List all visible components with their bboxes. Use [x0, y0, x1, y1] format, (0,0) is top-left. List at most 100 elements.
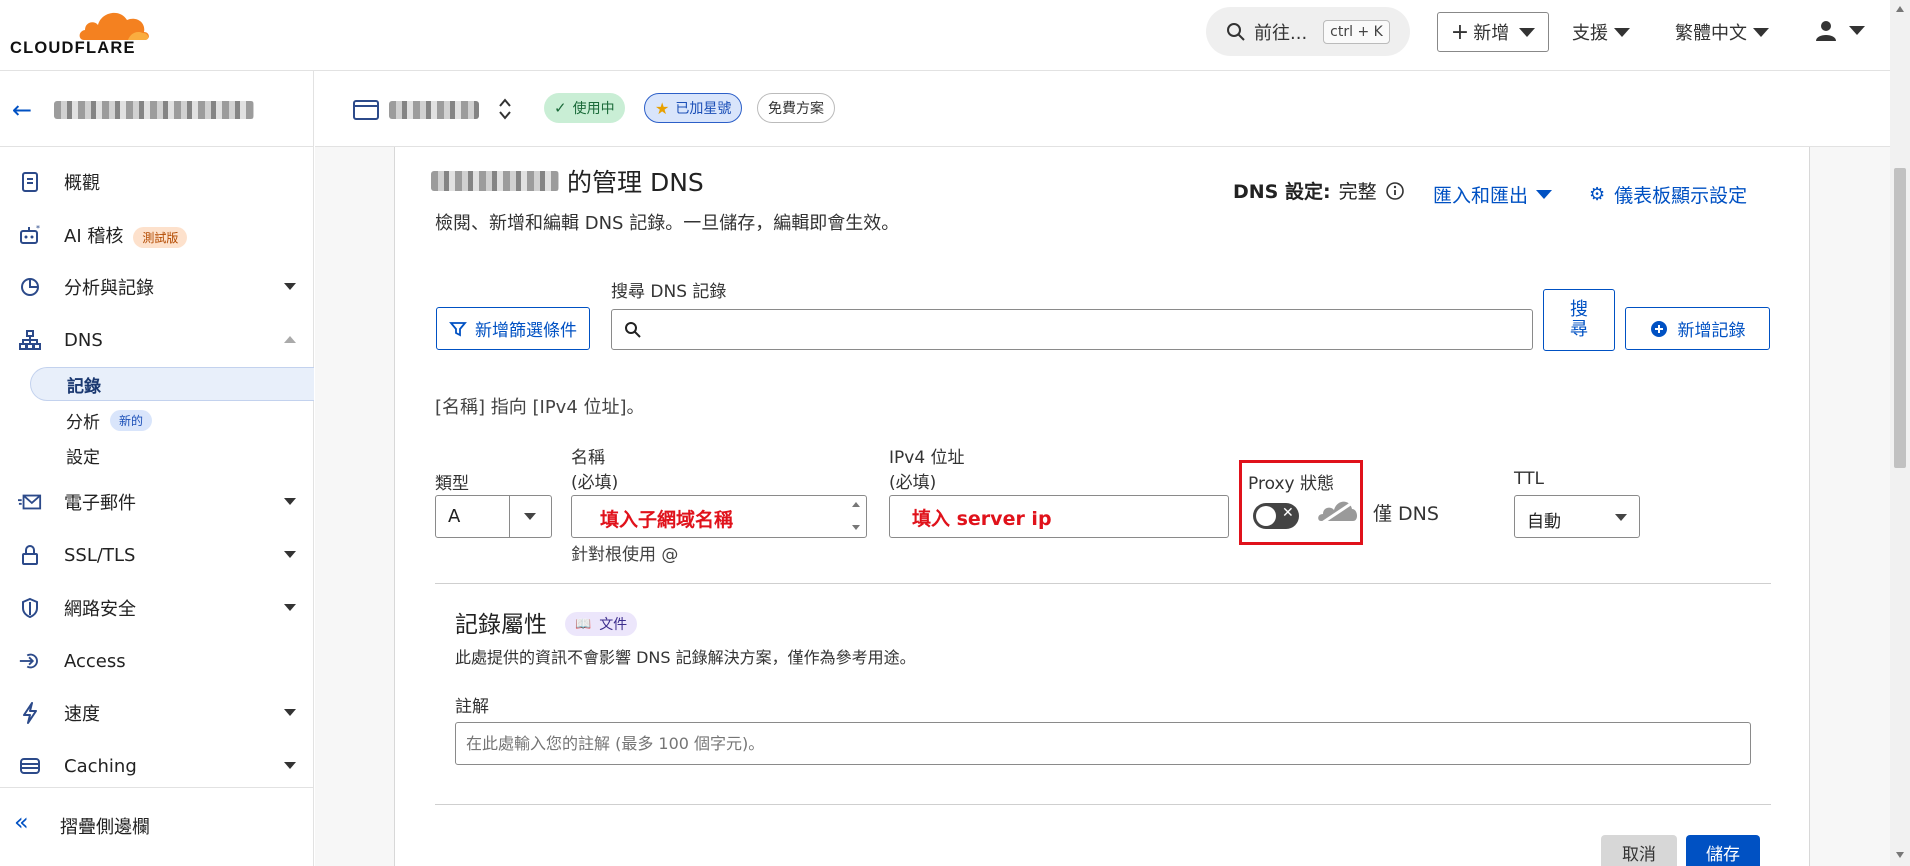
- sidebar-item-overview[interactable]: 概觀: [0, 159, 314, 205]
- page-scrollbar[interactable]: [1890, 0, 1910, 866]
- sidebar-item-analytics[interactable]: 分析與記錄: [0, 264, 314, 310]
- sidebar-item-speed[interactable]: 速度: [0, 690, 314, 736]
- add-filter-button[interactable]: 新增篩選條件: [436, 307, 590, 350]
- record-attributes-title: 記錄屬性: [455, 612, 547, 638]
- scroll-up-icon[interactable]: [1896, 6, 1904, 12]
- type-label: 類型: [435, 474, 469, 494]
- divider: [435, 804, 1771, 805]
- add-record-button[interactable]: 新增記錄: [1625, 307, 1770, 350]
- sidebar-subitem-analytics[interactable]: 分析 新的: [30, 403, 314, 437]
- starred-label: 已加星號: [675, 101, 732, 117]
- stepper-up-icon[interactable]: [852, 502, 860, 507]
- docs-badge[interactable]: 📖 文件: [565, 612, 638, 636]
- ipv4-required: (必填): [889, 473, 937, 493]
- book-icon: 📖: [575, 616, 592, 632]
- comment-input[interactable]: [455, 722, 1751, 765]
- cloudflare-logo[interactable]: CLOUDFLARE: [10, 6, 150, 57]
- sidebar-item-security[interactable]: 網路安全: [0, 585, 314, 631]
- info-icon[interactable]: [1385, 181, 1405, 201]
- network-icon: [18, 328, 42, 352]
- check-icon: ✓: [554, 99, 567, 117]
- name-input[interactable]: 填入子網域名稱: [571, 495, 867, 538]
- chevron-down-icon: [524, 513, 536, 520]
- new-badge: 新的: [110, 409, 153, 431]
- add-record-label: 新增記錄: [1677, 321, 1746, 341]
- sidebar-subitem-settings[interactable]: 設定: [30, 438, 314, 472]
- name-required: (必填): [571, 473, 619, 493]
- support-menu[interactable]: 支援: [1572, 19, 1630, 45]
- scroll-down-icon[interactable]: [1896, 852, 1904, 858]
- sidebar-item-label-ai: AI 稽核 測試版: [64, 222, 188, 248]
- dashboard-settings-label: 儀表板顯示設定: [1614, 185, 1748, 207]
- zone-name-heading: [431, 171, 559, 191]
- collapse-sidebar-button[interactable]: « 摺疊側邊欄: [0, 787, 314, 866]
- starred-badge[interactable]: ★ 已加星號: [644, 93, 743, 123]
- search-input[interactable]: [611, 309, 1533, 350]
- chevron-down-icon: [284, 604, 296, 611]
- ipv4-input-value: 填入 server ip: [912, 508, 1052, 530]
- name-label: 名稱: [571, 448, 605, 468]
- add-new-label: 新增: [1473, 23, 1510, 44]
- robot-icon: *: [18, 223, 42, 247]
- sidebar-item-dns[interactable]: DNS: [0, 317, 314, 363]
- search-button[interactable]: 搜尋: [1543, 289, 1615, 351]
- proxy-status-label: Proxy 狀態: [1248, 474, 1334, 494]
- search-label: 搜尋 DNS 記錄: [611, 282, 727, 302]
- ipv4-input[interactable]: 填入 server ip: [889, 495, 1229, 538]
- back-arrow-icon[interactable]: ←: [12, 96, 32, 124]
- sidebar-item-label: 概觀: [64, 173, 100, 194]
- shortcut-hint: ctrl + K: [1323, 19, 1390, 44]
- sidebar-subitem-label: 分析: [66, 412, 100, 433]
- ttl-label: TTL: [1514, 469, 1544, 489]
- plus-icon: +: [1450, 19, 1470, 45]
- dns-setup-status: DNS 設定: 完整: [1233, 177, 1405, 204]
- lock-icon: [18, 543, 42, 567]
- sidebar-item-label: 速度: [64, 704, 100, 725]
- cancel-button[interactable]: 取消: [1601, 835, 1677, 866]
- save-button[interactable]: 儲存: [1686, 835, 1760, 866]
- chevron-up-icon: [284, 336, 296, 343]
- account-back-row[interactable]: ←: [0, 71, 314, 147]
- chevron-down-icon: [284, 551, 296, 558]
- account-menu[interactable]: [1815, 19, 1865, 41]
- select-divider: [509, 496, 510, 537]
- plan-badge: 免費方案: [757, 93, 835, 123]
- page-description: 檢閱、新增和編輯 DNS 記錄。一旦儲存，編輯即會生效。: [435, 213, 900, 234]
- chevron-down-icon: [1753, 27, 1769, 37]
- zone-switcher-icon[interactable]: [497, 97, 513, 121]
- name-help-text: 針對根使用 @: [571, 545, 679, 565]
- server-icon: [18, 754, 42, 778]
- stepper-down-icon[interactable]: [852, 525, 860, 530]
- goto-label: 前往...: [1254, 22, 1308, 44]
- add-new-button[interactable]: + 新增: [1437, 12, 1549, 52]
- sidebar-item-label: Caching: [64, 755, 137, 777]
- add-filter-label: 新增篩選條件: [475, 321, 577, 341]
- chevron-down-icon: [1615, 514, 1627, 521]
- goto-search[interactable]: 前往... ctrl + K: [1206, 7, 1410, 56]
- brand-wordmark: CLOUDFLARE: [10, 39, 136, 57]
- dns-setup-value: 完整: [1338, 181, 1377, 203]
- mail-icon: [18, 490, 42, 514]
- ttl-select[interactable]: 自動: [1514, 495, 1640, 538]
- sidebar-item-ssl-tls[interactable]: SSL/TLS: [0, 532, 314, 578]
- language-label: 繁體中文: [1675, 23, 1747, 44]
- chevron-down-icon: [284, 709, 296, 716]
- proxy-toggle[interactable]: ✕: [1253, 503, 1299, 529]
- type-select[interactable]: A: [435, 495, 552, 538]
- scrollbar-thumb[interactable]: [1894, 168, 1906, 468]
- sidebar-item-caching[interactable]: Caching: [0, 743, 314, 789]
- chevron-down-icon: [1614, 27, 1630, 37]
- import-export-menu[interactable]: 匯入和匯出: [1433, 181, 1553, 208]
- zone-name: [389, 101, 479, 119]
- sidebar-subitem-records[interactable]: 記錄: [30, 367, 314, 401]
- dashboard-display-settings[interactable]: ⚙ 儀表板顯示設定: [1589, 181, 1747, 208]
- chevron-down-icon: [1519, 27, 1536, 37]
- gear-icon: ⚙: [1589, 184, 1606, 205]
- sidebar-item-ai-audit[interactable]: * AI 稽核 測試版: [0, 212, 314, 258]
- sidebar-item-access[interactable]: Access: [0, 638, 314, 684]
- top-bar: CLOUDFLARE 前往... ctrl + K + 新增 支援 繁體中文: [0, 0, 1890, 71]
- browser-window-icon: [353, 100, 379, 120]
- language-menu[interactable]: 繁體中文: [1675, 19, 1769, 45]
- pie-chart-icon: [18, 275, 42, 299]
- sidebar-item-email[interactable]: 電子郵件: [0, 479, 314, 525]
